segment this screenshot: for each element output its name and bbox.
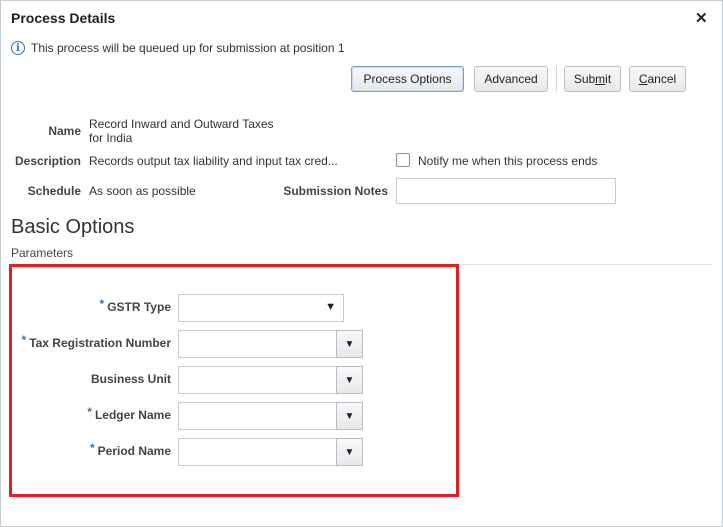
description-label: Description [14, 154, 81, 168]
schedule-value: As soon as possible [89, 184, 196, 198]
submission-notes-field[interactable] [396, 178, 616, 204]
info-message: i This process will be queued up for sub… [11, 41, 345, 55]
dropdown-arrow-icon: ▼ [325, 301, 336, 313]
submission-notes-label: Submission Notes [283, 184, 388, 198]
required-marker: * [21, 333, 27, 347]
gstr-type-select[interactable]: ▼ [178, 294, 344, 322]
advanced-button[interactable]: Advanced [474, 66, 548, 92]
process-details-dialog: Process Details ✕ i This process will be… [0, 0, 723, 527]
info-icon: i [11, 41, 25, 55]
name-value-line1: Record Inward and Outward Taxes [89, 117, 274, 131]
period-name-combo[interactable]: ▼ [178, 438, 363, 466]
process-options-button[interactable]: Process Options [351, 66, 464, 92]
dialog-title: Process Details [11, 10, 116, 26]
parameters-label: Parameters [11, 246, 74, 260]
notify-checkbox[interactable] [396, 153, 410, 167]
name-value-line2: for India [89, 131, 133, 145]
dropdown-arrow-icon[interactable]: ▼ [336, 438, 363, 466]
ledger-name-combo[interactable]: ▼ [178, 402, 363, 430]
tax-registration-number-combo[interactable]: ▼ [178, 330, 363, 358]
dropdown-arrow-icon[interactable]: ▼ [336, 366, 363, 394]
notify-label: Notify me when this process ends [418, 154, 598, 168]
required-marker: * [87, 405, 92, 419]
info-message-text: This process will be queued up for submi… [31, 41, 345, 55]
close-icon[interactable]: ✕ [695, 9, 708, 27]
schedule-label: Schedule [27, 184, 81, 198]
submit-button[interactable]: Sub m it [564, 66, 621, 92]
required-marker: * [89, 441, 95, 455]
tax-registration-number-label: * Tax Registration Number [21, 333, 171, 350]
cancel-button[interactable]: Cancel [629, 66, 686, 92]
description-value: Records output tax liability and input t… [89, 154, 338, 168]
period-name-label: * Period Name [89, 441, 171, 458]
ledger-name-label: * Ledger Name [87, 405, 171, 422]
button-separator [556, 66, 557, 92]
dropdown-arrow-icon[interactable]: ▼ [336, 402, 363, 430]
required-marker: * [99, 297, 105, 311]
dropdown-arrow-icon[interactable]: ▼ [336, 330, 363, 358]
business-unit-label: Business Unit [90, 372, 171, 386]
name-label: Name [48, 124, 81, 138]
section-title: Basic Options [11, 216, 135, 238]
business-unit-combo[interactable]: ▼ [178, 366, 363, 394]
gstr-type-label: * GSTR Type [99, 297, 171, 314]
